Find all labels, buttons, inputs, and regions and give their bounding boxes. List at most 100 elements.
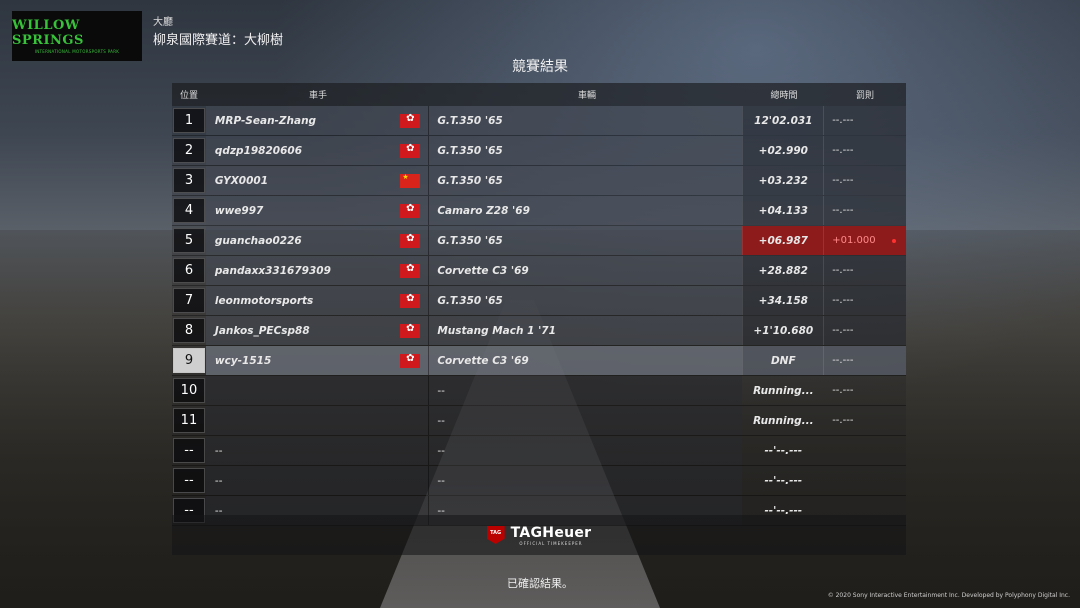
driver-cell: -- — [205, 436, 430, 465]
hong-kong-flag-icon — [400, 263, 421, 278]
table-row[interactable]: -- -- -- --'--.--- — [172, 466, 906, 496]
results-table: 位置 車手 車輛 總時間 罰則 1 MRP-Sean-Zhang G.T.350 '… — [172, 83, 906, 526]
penalty-value: --.--- — [832, 265, 854, 276]
header-driver: 車手 — [308, 91, 327, 101]
car-cell: G.T.350 '65 — [429, 226, 743, 255]
driver-name: -- — [214, 474, 223, 487]
penalty-cell: --.--- — [824, 406, 906, 435]
tag-shield-icon — [486, 526, 505, 544]
car-cell: G.T.350 '65 — [429, 286, 743, 315]
car-cell: Camaro Z28 '69 — [429, 196, 743, 225]
driver-name: qdzp19820606 — [214, 144, 303, 157]
table-row[interactable]: 2 qdzp19820606 G.T.350 '65+02.990 --.--- — [172, 136, 906, 166]
position-cell: 10 — [173, 378, 205, 403]
total-time-cell: +04.133 — [742, 196, 825, 225]
total-time-cell: +03.232 — [742, 166, 825, 195]
total-time-cell: +34.158 — [742, 286, 825, 315]
penalty-cell: --.--- — [824, 316, 906, 345]
header-position: 位置 — [179, 91, 198, 101]
total-time-cell: +02.990 — [742, 136, 825, 165]
position-cell: -- — [173, 438, 205, 463]
sponsor-tagline: OFFICIAL TIMEKEEPER — [519, 540, 583, 546]
driver-cell: -- — [205, 466, 430, 495]
driver-cell: GYX0001 — [205, 166, 430, 195]
position-cell: -- — [173, 468, 205, 493]
header-penalty: 罰則 — [855, 91, 874, 101]
penalty-value: --.--- — [832, 295, 854, 306]
hong-kong-flag-icon — [400, 113, 421, 128]
tag-heuer-logo: TAGHeuer OFFICIAL TIMEKEEPER — [486, 525, 592, 546]
car-cell: Corvette C3 '69 — [429, 256, 743, 285]
penalty-cell: --.--- — [824, 346, 906, 375]
position-cell: 1 — [173, 108, 205, 133]
sponsor-bar: TAGHeuer OFFICIAL TIMEKEEPER — [172, 515, 906, 555]
car-cell: -- — [429, 466, 743, 495]
car-cell: G.T.350 '65 — [429, 166, 743, 195]
hong-kong-flag-icon — [400, 293, 421, 308]
total-time-cell: 12'02.031 — [742, 106, 825, 135]
car-cell: Mustang Mach 1 '71 — [429, 316, 743, 345]
position-cell: 8 — [173, 318, 205, 343]
tag-text: TAGHeuer OFFICIAL TIMEKEEPER — [511, 525, 592, 546]
table-row[interactable]: 7 leonmotorsports G.T.350 '65+34.158 --.--- — [172, 286, 906, 316]
position-cell: 4 — [173, 198, 205, 223]
hong-kong-flag-icon — [400, 203, 421, 218]
driver-cell: leonmotorsports — [205, 286, 430, 315]
table-row[interactable]: -- -- -- --'--.--- — [172, 436, 906, 466]
position-cell: 11 — [173, 408, 205, 433]
event-category: 大廳 — [153, 17, 173, 28]
total-time-cell: DNF — [742, 346, 825, 375]
position-cell: 2 — [173, 138, 205, 163]
table-row[interactable]: 6 pandaxx331679309 Corvette C3 '69+28.882-… — [172, 256, 906, 286]
table-row[interactable]: 10 -- Running... --.--- — [172, 376, 906, 406]
car-cell: -- — [429, 376, 743, 405]
header-car: 車輛 — [577, 91, 596, 101]
total-time-cell: --'--.--- — [764, 444, 803, 457]
copyright-text: © 2020 Sony Interactive Entertainment In… — [827, 592, 1070, 599]
table-row[interactable]: 11 -- Running... --.--- — [172, 406, 906, 436]
total-time-cell: Running... — [753, 384, 814, 397]
table-row[interactable]: 5 guanchao0226 G.T.350 '65+06.987 +01.000 — [172, 226, 906, 256]
track-logo-text: WILLOW SPRINGS — [12, 18, 84, 48]
driver-name: guanchao0226 — [214, 234, 302, 247]
penalty-cell: --.--- — [824, 286, 906, 315]
penalty-value: --.--- — [832, 205, 854, 216]
car-cell: G.T.350 '65 — [429, 136, 743, 165]
total-time-cell: --'--.--- — [764, 474, 803, 487]
penalty-cell: +01.000 — [824, 226, 906, 255]
penalty-value: --.--- — [832, 355, 854, 366]
table-body: 1MRP-Sean-ZhangG.T.350 '6512'02.031--.--… — [172, 106, 906, 526]
driver-name: wwe997 — [214, 204, 264, 217]
total-time-cell: Running... — [753, 414, 814, 427]
table-row[interactable]: 8 Jankos_PECsp88 Mustang Mach 1 '71+1'10.6… — [172, 316, 906, 346]
car-cell: Corvette C3 '69 — [429, 346, 743, 375]
table-row[interactable]: 4 wwe997 Camaro Z28 '69+04.133 --.--- — [172, 196, 906, 226]
driver-cell: guanchao0226 — [205, 226, 430, 255]
driver-name: leonmotorsports — [214, 294, 314, 307]
driver-cell: wcy-1515 — [205, 346, 430, 375]
total-time-cell: +06.987 — [742, 226, 825, 255]
hong-kong-flag-icon — [400, 353, 421, 368]
sponsor-name: TAGHeuer — [510, 524, 592, 541]
results-title: 競賽結果 — [512, 59, 568, 75]
penalty-cell: --.--- — [824, 256, 906, 285]
driver-name: wcy-1515 — [214, 354, 272, 367]
penalty-value: +01.000 — [832, 235, 876, 246]
position-cell: 9 — [173, 348, 205, 373]
car-cell: -- — [429, 406, 743, 435]
confirm-results-button[interactable]: 已確認結果。 — [0, 575, 1080, 591]
penalty-value: --.--- — [832, 385, 854, 396]
penalty-value: --.--- — [832, 145, 854, 156]
position-cell: 3 — [173, 168, 205, 193]
track-logo-subtext: INTERNATIONAL MOTORSPORTS PARK — [34, 49, 120, 54]
driver-name: -- — [214, 444, 223, 457]
table-row[interactable]: 9 wcy-1515 Corvette C3 '69DNF --.--- — [172, 346, 906, 376]
penalty-value: --.--- — [832, 325, 854, 336]
driver-cell: wwe997 — [205, 196, 430, 225]
penalty-cell: --.--- — [824, 136, 906, 165]
table-row[interactable]: 3 GYX0001 G.T.350 '65+03.232 --.--- — [172, 166, 906, 196]
penalty-cell: --.--- — [824, 376, 906, 405]
hong-kong-flag-icon — [400, 233, 421, 248]
penalty-cell: --.--- — [824, 166, 906, 195]
table-row[interactable]: 1 MRP-Sean-Zhang G.T.350 '6512'02.031 --.--… — [172, 106, 906, 136]
